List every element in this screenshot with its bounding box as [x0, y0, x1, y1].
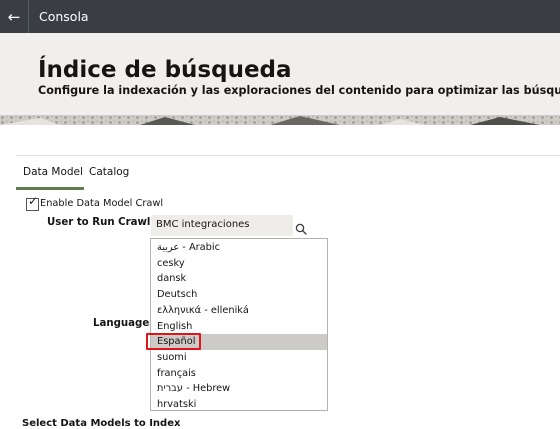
languages-label: Languages [93, 318, 156, 329]
user-input[interactable]: BMC integraciones [151, 215, 293, 236]
language-option[interactable]: Deutsch [151, 287, 327, 303]
language-option[interactable]: suomi [151, 350, 327, 366]
language-option[interactable]: عربية - Arabic [151, 240, 327, 256]
language-option[interactable]: cesky [151, 256, 327, 272]
search-icon [295, 223, 307, 235]
select-data-models-label: Select Data Models to Index [22, 418, 181, 429]
header-decorative-pattern [0, 115, 560, 125]
language-option[interactable]: עברית - Hebrew [151, 381, 327, 397]
page-title: Índice de búsqueda [38, 57, 292, 83]
language-option[interactable]: dansk [151, 271, 327, 287]
language-option[interactable]: ελληνικά - elleniká [151, 303, 327, 319]
back-button[interactable]: ← [0, 0, 28, 33]
tab-data-model[interactable]: Data Model [23, 166, 83, 178]
user-label: User to Run Crawl As [47, 217, 168, 228]
active-tab-indicator [16, 187, 84, 190]
language-option[interactable]: English [151, 319, 327, 335]
languages-listbox[interactable]: عربية - Arabic cesky dansk Deutsch ελληνικά … [150, 238, 328, 411]
topbar-divider [28, 0, 29, 33]
user-search-button[interactable] [295, 220, 311, 236]
selection-highlight-box [146, 333, 201, 350]
page-subtitle: Configure la indexación y las exploracio… [38, 84, 560, 97]
tab-bar: Data Model Catalog [16, 155, 560, 190]
top-bar: ← Consola [0, 0, 560, 33]
topbar-title[interactable]: Consola [39, 9, 89, 24]
checkmark-icon: ✓ [28, 194, 39, 208]
language-option[interactable]: hrvatski [151, 397, 327, 410]
tab-catalog[interactable]: Catalog [89, 166, 129, 178]
arrow-left-icon: ← [7, 7, 21, 26]
page-header: Índice de búsqueda Configure la indexaci… [0, 33, 560, 125]
enable-crawl-checkbox[interactable]: ✓ [26, 194, 39, 211]
enable-crawl-label: Enable Data Model Crawl [40, 198, 164, 209]
language-option[interactable]: français [151, 366, 327, 382]
